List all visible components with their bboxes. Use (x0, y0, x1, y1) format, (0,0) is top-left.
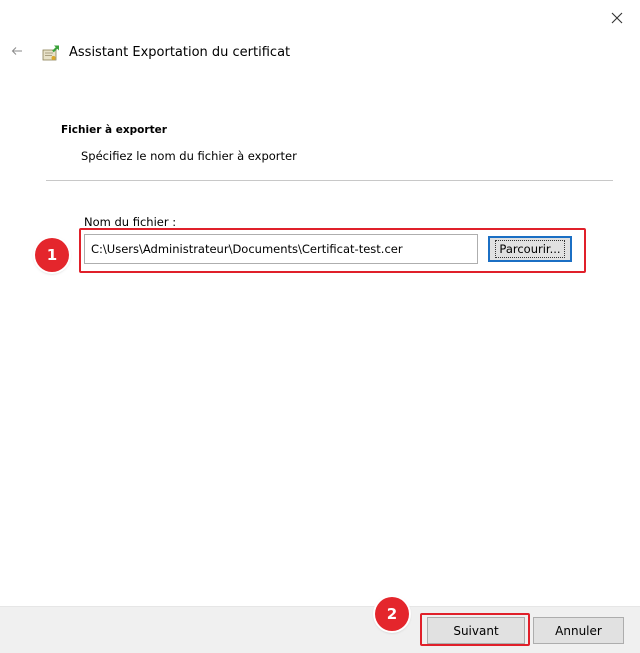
browse-button-label: Parcourir... (495, 240, 565, 258)
back-button[interactable] (6, 40, 28, 62)
browse-button[interactable]: Parcourir... (488, 236, 572, 262)
step-badge-2: 2 (375, 597, 409, 631)
wizard-title: Assistant Exportation du certificat (69, 45, 291, 60)
next-button[interactable]: Suivant (427, 617, 525, 644)
filename-input[interactable] (84, 234, 478, 264)
filename-label: Nom du fichier : (84, 215, 177, 229)
section-title: Fichier à exporter (61, 124, 167, 136)
close-button[interactable] (598, 4, 636, 32)
header-divider (46, 180, 613, 181)
back-arrow-icon (11, 47, 22, 55)
step-badge-1: 1 (35, 238, 69, 272)
cancel-button[interactable]: Annuler (533, 617, 624, 644)
close-icon (611, 12, 623, 24)
certificate-wizard-icon (42, 44, 62, 62)
section-description: Spécifiez le nom du fichier à exporter (81, 149, 297, 163)
